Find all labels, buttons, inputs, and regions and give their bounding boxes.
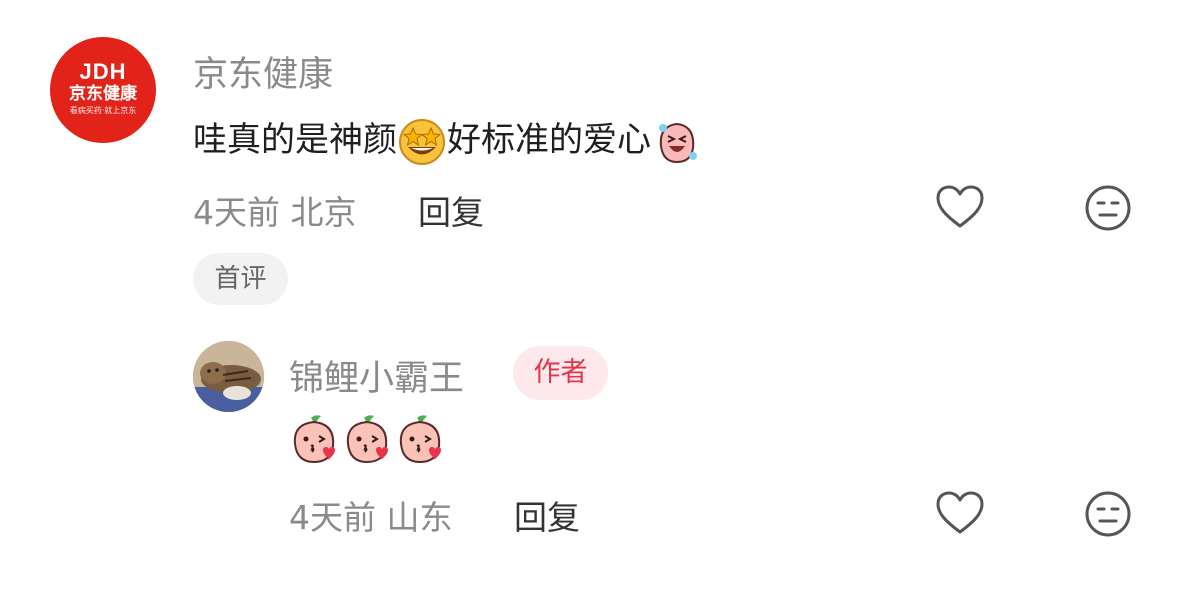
reply-emoji-row [289, 412, 448, 470]
reply-author-avatar[interactable] [193, 341, 264, 412]
heart-outline-icon[interactable] [935, 183, 985, 233]
first-comment-badge: 首评 [193, 253, 288, 305]
heart-outline-icon[interactable] [935, 489, 985, 539]
reply-meta: 4天前 山东 [289, 491, 453, 539]
kiss-peach-emoji [346, 415, 388, 464]
comment-meta: 4天前 北京 [193, 186, 357, 234]
comment-location: 北京 [290, 193, 357, 232]
neutral-face-icon[interactable] [1083, 489, 1133, 539]
avatar-tagline: 看病买药·就上京东 [69, 106, 137, 115]
reply-reply-button[interactable]: 回复 [514, 491, 580, 539]
reply-time: 4天前 [289, 498, 376, 537]
cat-photo-image [193, 341, 264, 412]
avatar-logo: JDH [79, 59, 127, 84]
comment-time: 4天前 [193, 193, 280, 232]
comment-author-name[interactable]: 京东健康 [193, 46, 333, 97]
reply-location: 山东 [386, 498, 453, 537]
neutral-face-icon[interactable] [1083, 183, 1133, 233]
jd-health-avatar[interactable]: JDH 京东健康 看病买药·就上京东 [50, 37, 156, 143]
author-badge: 作者 [513, 346, 608, 400]
comment-reply-button[interactable]: 回复 [418, 186, 484, 234]
laughing-peach-emoji [659, 122, 697, 163]
reply-author-name[interactable]: 锦鲤小霸王 [289, 350, 464, 401]
comment-text-part2: 好标准的爱心 [447, 120, 651, 160]
kiss-peach-emoji [399, 415, 441, 464]
kiss-peach-emoji [293, 415, 335, 464]
comment-text: 哇真的是神颜 好标准的爱心 [193, 112, 703, 168]
avatar-brand-name: 京东健康 [69, 84, 137, 104]
comment-text-part1: 哇真的是神颜 [193, 120, 397, 160]
star-struck-emoji [399, 118, 445, 165]
